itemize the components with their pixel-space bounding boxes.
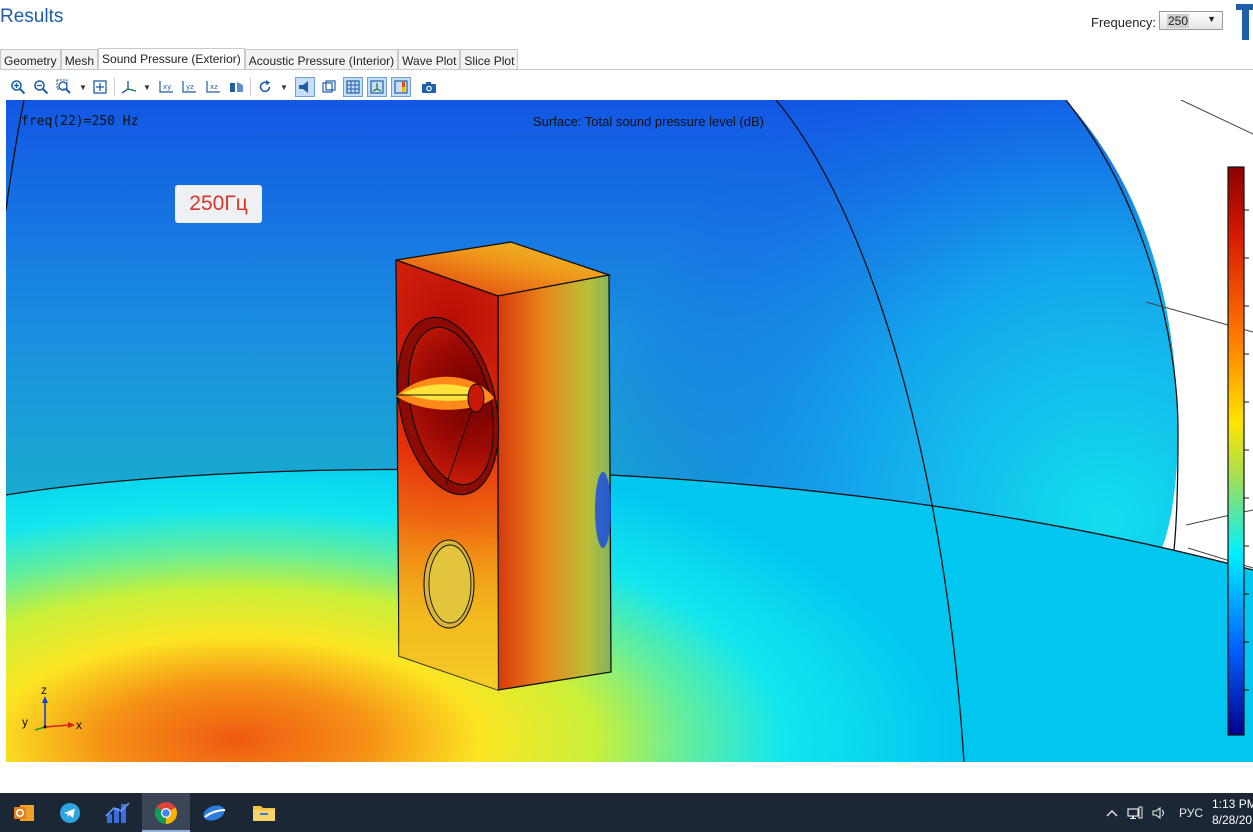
tab-wave-plot[interactable]: Wave Plot <box>398 49 461 70</box>
zoom-out-icon[interactable] <box>31 77 51 97</box>
windows-taskbar: РУС 1:13 PM 8/28/20 <box>0 793 1253 832</box>
outlook-icon[interactable] <box>0 793 48 832</box>
svg-text:xy: xy <box>163 83 171 91</box>
results-title: Results <box>0 6 64 27</box>
scene-light-icon[interactable] <box>227 77 247 97</box>
toolbar-separator <box>114 78 115 96</box>
speaker-enclosure <box>395 241 612 691</box>
chevron-up-icon[interactable] <box>1104 793 1120 832</box>
tab-geometry[interactable]: Geometry <box>0 49 61 70</box>
frequency-value: 250 <box>1167 14 1190 28</box>
frequency-annotation: 250Гц <box>175 185 262 223</box>
zoom-box-icon[interactable] <box>55 77 75 97</box>
chevron-down-icon[interactable]: ▼ <box>79 83 87 92</box>
zoom-in-icon[interactable] <box>8 77 28 97</box>
edge-swoosh-icon[interactable] <box>190 793 238 832</box>
tab-acoustic-pressure-interior[interactable]: Acoustic Pressure (Interior) <box>244 49 399 70</box>
taskbar-clock[interactable]: 1:13 PM 8/28/20 <box>1212 796 1253 828</box>
app-logo-icon <box>1234 2 1253 42</box>
axes-view-icon[interactable] <box>119 77 139 97</box>
axis-triad: z y x <box>20 683 90 735</box>
graphics-viewport[interactable]: freq(22)=250 Hz Surface: Total sound pre… <box>6 100 1253 762</box>
svg-text:yz: yz <box>186 83 194 91</box>
reset-rotation-icon[interactable] <box>255 77 275 97</box>
color-legend-bar <box>1227 166 1245 736</box>
chevron-down-icon: ▼ <box>1207 14 1216 24</box>
clock-date: 8/28/20 <box>1212 813 1253 827</box>
chevron-down-icon[interactable]: ▼ <box>280 83 288 92</box>
telegram-icon[interactable] <box>46 793 94 832</box>
surface-plot-title: Surface: Total sound pressure level (dB) <box>533 114 764 129</box>
frequency-readout: freq(22)=250 Hz <box>21 114 139 129</box>
transparency-icon[interactable] <box>295 77 315 97</box>
x-axis-label: x <box>76 718 82 732</box>
plot-tabs: Geometry Mesh Sound Pressure (Exterior) … <box>0 48 519 70</box>
wireframe-icon[interactable] <box>319 77 339 97</box>
z-axis-label: z <box>41 683 47 697</box>
clock-time: 1:13 PM <box>1212 797 1253 811</box>
graphics-toolbar: ▼ ▼ xy yz xz ▼ <box>0 76 1253 98</box>
network-icon[interactable] <box>1126 793 1144 832</box>
svg-text:xz: xz <box>210 83 218 91</box>
axis-orientation-icon[interactable] <box>367 77 387 97</box>
tab-slice-plot[interactable]: Slice Plot <box>460 49 519 70</box>
chevron-down-icon[interactable]: ▼ <box>143 83 151 92</box>
tab-mesh[interactable]: Mesh <box>60 49 99 70</box>
analytics-icon[interactable] <box>94 793 142 832</box>
frequency-select[interactable]: 250 ▼ <box>1159 11 1223 30</box>
tab-divider <box>0 69 1253 70</box>
file-explorer-icon[interactable] <box>240 793 288 832</box>
color-legend-icon[interactable] <box>391 77 411 97</box>
xy-view-icon[interactable]: xy <box>156 77 176 97</box>
xz-view-icon[interactable]: xz <box>203 77 223 97</box>
chrome-icon[interactable] <box>142 793 190 832</box>
toolbar-separator <box>250 78 251 96</box>
zoom-extents-icon[interactable] <box>90 77 110 97</box>
input-language-indicator[interactable]: РУС <box>1174 793 1208 832</box>
y-axis-label: y <box>22 715 28 729</box>
camera-icon[interactable] <box>419 77 439 97</box>
yz-view-icon[interactable]: yz <box>179 77 199 97</box>
frequency-label: Frequency: <box>1091 15 1157 30</box>
tab-sound-pressure-exterior[interactable]: Sound Pressure (Exterior) <box>98 48 245 70</box>
volume-icon[interactable] <box>1150 793 1168 832</box>
grid-icon[interactable] <box>343 77 363 97</box>
